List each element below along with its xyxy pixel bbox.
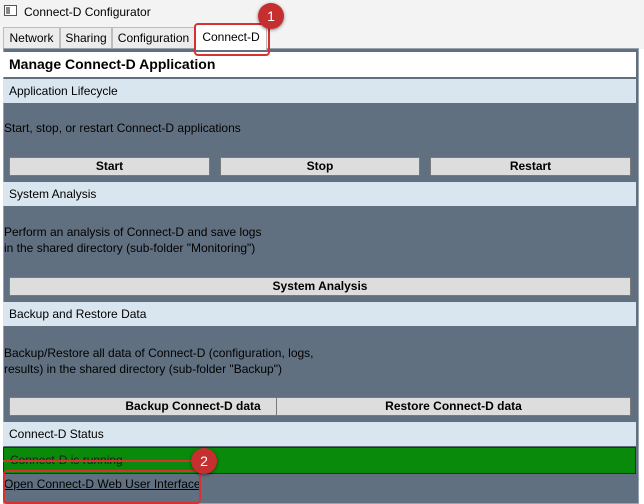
annotation-line-2 xyxy=(3,460,192,462)
tab-configuration[interactable]: Configuration xyxy=(112,27,195,48)
stop-button[interactable]: Stop xyxy=(220,157,420,176)
backup-button[interactable]: Backup Connect-D data xyxy=(9,397,277,416)
backup-description-line1: Backup/Restore all data of Connect-D (co… xyxy=(4,346,314,360)
annotation-box-2 xyxy=(3,470,201,504)
restore-button[interactable]: Restore Connect-D data xyxy=(276,397,631,416)
page-title: Manage Connect-D Application xyxy=(3,52,636,77)
system-analysis-button[interactable]: System Analysis xyxy=(9,277,631,296)
tab-sharing[interactable]: Sharing xyxy=(60,27,112,48)
start-button[interactable]: Start xyxy=(9,157,210,176)
restart-button[interactable]: Restart xyxy=(430,157,631,176)
tab-network[interactable]: Network xyxy=(3,27,60,48)
section-header-backup: Backup and Restore Data xyxy=(3,302,636,326)
section-header-status: Connect-D Status xyxy=(3,422,636,446)
section-header-lifecycle: Application Lifecycle xyxy=(3,79,636,103)
section-header-analysis: System Analysis xyxy=(3,182,636,206)
backup-description-line2: results) in the shared directory (sub-fo… xyxy=(4,362,282,376)
analysis-description-line1: Perform an analysis of Connect-D and sav… xyxy=(4,225,262,239)
annotation-badge-2: 2 xyxy=(191,448,217,474)
app-icon xyxy=(4,5,17,16)
lifecycle-description: Start, stop, or restart Connect-D applic… xyxy=(4,121,241,135)
annotation-badge-1: 1 xyxy=(258,3,284,29)
analysis-description-line2: in the shared directory (sub-folder "Mon… xyxy=(4,241,256,255)
annotation-box-1 xyxy=(194,23,270,56)
window-title: Connect-D Configurator xyxy=(24,5,151,19)
title-bar: Connect-D Configurator xyxy=(0,0,644,24)
